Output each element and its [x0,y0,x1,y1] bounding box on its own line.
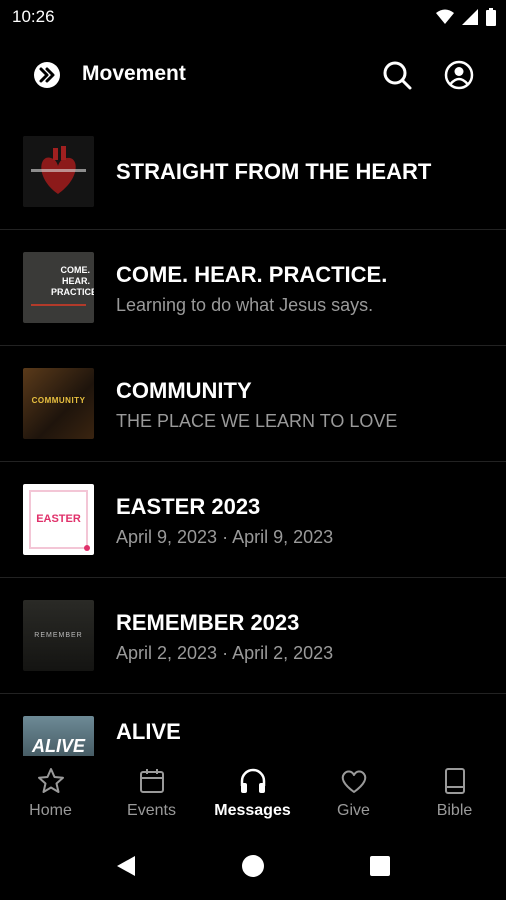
status-icons [436,8,496,26]
thumbnail-caption: COME. HEAR. PRACTICE. [51,265,94,297]
book-icon [444,768,465,794]
home-circle-icon[interactable] [242,855,264,877]
account-icon[interactable] [443,59,475,91]
nav-label: Messages [214,802,291,819]
series-thumbnail: REMEMBER [23,600,94,671]
search-icon[interactable] [381,59,413,91]
series-subtitle: April 9, 2023 · April 9, 2023 [116,527,334,547]
headphones-icon [240,768,265,793]
calendar-icon [139,769,164,793]
series-list: STRAIGHT FROM THE HEART COME. HEAR. PRAC… [0,114,506,756]
list-item[interactable]: STRAIGHT FROM THE HEART [0,114,506,230]
list-item[interactable]: COMMUNITY COMMUNITY THE PLACE WE LEARN T… [0,346,506,462]
bottom-navigation: Home Events Messages Give Bible [0,756,506,836]
back-icon[interactable] [115,854,137,878]
status-time: 10:26 [12,7,55,26]
series-subtitle: April 2, 2023 · April 2, 2023 [116,643,334,663]
nav-label: Bible [436,802,473,819]
thumbnail-caption: COMMUNITY [31,396,86,405]
nav-label: Events [127,802,176,819]
heart-artwork-icon [23,136,94,207]
app-title: Movement [82,62,186,85]
app-bar: Movement [0,46,506,104]
list-item[interactable]: ALIVE ALIVE [0,694,506,756]
thumbnail-caption: REMEMBER [34,632,83,639]
nav-tab-give[interactable]: Give [303,766,404,820]
thumbnail-caption: ALIVE [31,736,85,756]
series-thumbnail: ALIVE [23,716,94,756]
wifi-icon [436,9,454,24]
series-title: EASTER 2023 [116,494,261,519]
series-title: ALIVE [116,719,181,744]
system-navigation [0,836,506,900]
series-subtitle: Learning to do what Jesus says. [116,295,374,315]
nav-tab-events[interactable]: Events [101,766,202,820]
series-subtitle: THE PLACE WE LEARN TO LOVE [116,411,398,431]
heart-icon [341,770,366,793]
recents-square-icon[interactable] [370,856,390,876]
nav-label: Give [337,802,370,819]
status-bar: 10:26 [0,0,506,36]
signal-icon [462,9,478,25]
movement-logo-icon[interactable] [33,61,61,89]
series-thumbnail: COME. HEAR. PRACTICE. [23,252,94,323]
nav-tab-messages[interactable]: Messages [202,766,303,820]
series-thumbnail: EASTER [23,484,94,555]
battery-icon [486,8,496,26]
nav-tab-home[interactable]: Home [0,766,101,820]
series-title: REMEMBER 2023 [116,610,300,635]
thumbnail-caption: EASTER [36,513,81,525]
list-item[interactable]: COME. HEAR. PRACTICE. COME. HEAR. PRACTI… [0,230,506,346]
series-thumbnail [23,136,94,207]
nav-label: Home [29,802,72,819]
star-icon [37,768,64,793]
series-title: COMMUNITY [116,378,252,403]
list-item[interactable]: REMEMBER REMEMBER 2023 April 2, 2023 · A… [0,578,506,694]
list-item[interactable]: EASTER EASTER 2023 April 9, 2023 · April… [0,462,506,578]
nav-tab-bible[interactable]: Bible [404,766,505,820]
series-title: COME. HEAR. PRACTICE. [116,262,388,287]
series-title: STRAIGHT FROM THE HEART [116,159,432,184]
series-thumbnail: COMMUNITY [23,368,94,439]
